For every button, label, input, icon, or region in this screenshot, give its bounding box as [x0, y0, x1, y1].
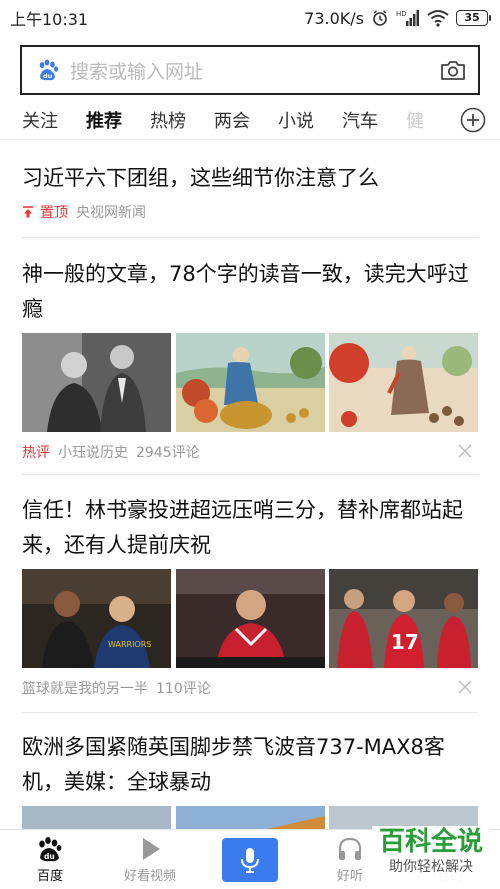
tab-recommend[interactable]: 推荐: [86, 107, 122, 133]
tab-fade-overlay: [420, 100, 456, 139]
pinned-label: 置顶: [40, 205, 68, 221]
thumbnail-image[interactable]: 17: [329, 569, 478, 668]
nav-voice[interactable]: [200, 830, 300, 889]
status-time: 上午10:31: [10, 10, 89, 29]
comment-count: 110评论: [156, 681, 211, 697]
article-title[interactable]: 信任！林书豪投进超远压哨三分，替补席都站起来，还有人提前庆祝: [22, 493, 478, 563]
article-meta: 置顶 央视网新闻: [22, 202, 478, 222]
svg-text:17: 17: [391, 630, 419, 654]
nav-label: 好听: [336, 869, 363, 884]
svg-text:du: du: [44, 852, 55, 861]
article-meta: 篮球就是我的另一半 110评论: [22, 678, 478, 698]
news-item[interactable]: 神一般的文章，78个字的读音一致，读完大呼过瘾 热评 小珏说历史 2945评论: [22, 257, 478, 462]
add-channel-icon[interactable]: [460, 107, 486, 133]
watermark: 百科全说 助你轻松解决: [372, 826, 490, 884]
watermark-subtitle: 助你轻松解决: [389, 859, 473, 875]
tab-hot-list[interactable]: 热榜: [150, 107, 186, 133]
microphone-icon: [241, 847, 259, 873]
alarm-icon: [373, 10, 387, 26]
camera-icon[interactable]: [440, 59, 466, 81]
thumbnail-image[interactable]: [175, 333, 325, 432]
signal-icon: HD: [396, 10, 419, 26]
nav-baidu[interactable]: du 百度: [0, 830, 100, 889]
article-source: 小珏说历史: [58, 445, 128, 461]
watermark-title: 百科全说: [378, 827, 483, 857]
baidu-paw-icon: du: [39, 837, 62, 862]
tab-two-sessions[interactable]: 两会: [214, 107, 250, 133]
svg-text:du: du: [43, 72, 53, 80]
nav-video[interactable]: 好看视频: [100, 830, 200, 889]
news-item[interactable]: 习近平六下团组，这些细节你注意了么 置顶 央视网新闻: [22, 161, 478, 222]
thumbnail-row: WARRIORS 17: [22, 569, 478, 668]
tab-novel[interactable]: 小说: [278, 107, 314, 133]
comment-count: 2945评论: [136, 445, 200, 461]
battery-indicator: 35: [456, 10, 491, 26]
tab-follow[interactable]: 关注: [22, 107, 58, 133]
nav-label: 好看视频: [123, 869, 176, 884]
tab-auto[interactable]: 汽车: [342, 107, 378, 133]
thumbnail-image[interactable]: [22, 333, 171, 432]
thumbnail-row: [22, 333, 478, 432]
search-input[interactable]: 搜索或输入网址: [70, 57, 440, 84]
voice-search-button[interactable]: [222, 837, 278, 882]
dismiss-icon[interactable]: [458, 680, 472, 694]
divider: [22, 712, 478, 713]
nav-label: 百度: [36, 869, 63, 884]
signal-hd-label: HD: [396, 10, 407, 18]
play-icon: [143, 838, 160, 860]
status-bar: 上午10:31 73.0K/s HD 35: [0, 0, 500, 36]
divider: [22, 237, 478, 238]
network-speed: 73.0K/s: [304, 8, 364, 28]
article-source: 篮球就是我的另一半: [22, 681, 148, 697]
status-icons: 73.0K/s HD 35: [304, 8, 491, 28]
divider: [22, 474, 478, 475]
thumbnail-image[interactable]: [175, 569, 325, 668]
news-item[interactable]: 信任！林书豪投进超远压哨三分，替补席都站起来，还有人提前庆祝 WARRIORS: [22, 493, 478, 698]
thumbnail-image[interactable]: [329, 333, 478, 432]
hot-comment-tag: 热评: [22, 445, 50, 461]
wifi-icon: [427, 10, 449, 27]
article-meta: 热评 小珏说历史 2945评论: [22, 442, 478, 462]
article-source: 央视网新闻: [76, 205, 146, 221]
baidu-paw-icon: du: [39, 59, 58, 81]
svg-text:WARRIORS: WARRIORS: [108, 640, 151, 649]
article-title[interactable]: 习近平六下团组，这些细节你注意了么: [22, 161, 478, 196]
channel-tabs: 关注 推荐 热榜 两会 小说 汽车 健: [0, 100, 500, 140]
article-title[interactable]: 欧洲多国紧随英国脚步禁飞波音737-MAX8客机，美媒：全球暴动: [22, 730, 478, 800]
dismiss-icon[interactable]: [458, 444, 472, 458]
headphones-icon: [338, 837, 362, 860]
pin-top-icon: [23, 206, 33, 218]
thumbnail-image[interactable]: WARRIORS: [22, 569, 171, 668]
article-title[interactable]: 神一般的文章，78个字的读音一致，读完大呼过瘾: [22, 257, 478, 327]
search-bar[interactable]: du 搜索或输入网址: [20, 45, 480, 95]
